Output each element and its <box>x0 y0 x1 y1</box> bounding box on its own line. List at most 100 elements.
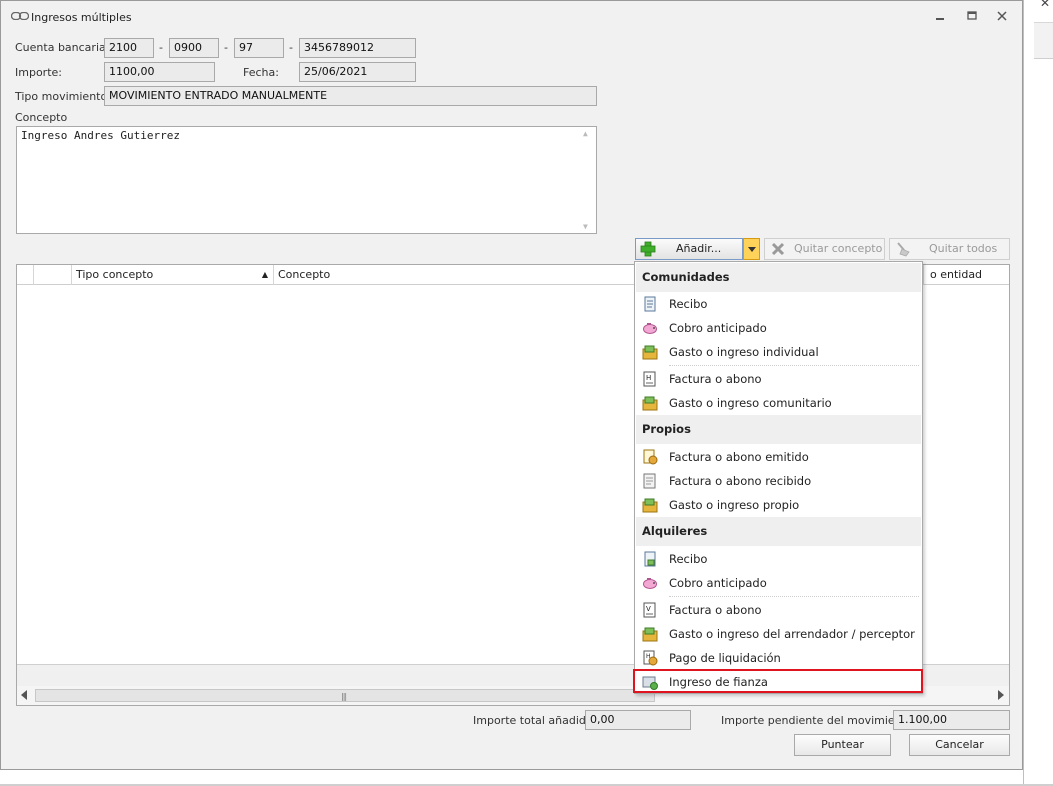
restore-icon <box>967 11 977 20</box>
concepto-label: Concepto <box>15 111 68 124</box>
invoice-icon: V <box>643 602 656 618</box>
column-header-label: o entidad <box>930 268 983 281</box>
importe-total-label: Importe total añadido: <box>473 714 597 727</box>
menu-section-propios: Propios <box>636 415 921 444</box>
remove-concept-button[interactable]: Quitar concepto <box>764 238 885 260</box>
menu-item-pago-liquidacion[interactable]: H Pago de liquidación <box>636 646 921 670</box>
menu-item-cobro-anticipado-alquiler[interactable]: Cobro anticipado <box>636 571 921 595</box>
minimize-button[interactable] <box>933 9 947 23</box>
menu-item-factura-emitido[interactable]: Factura o abono emitido <box>636 445 921 469</box>
receipt-icon <box>644 551 656 567</box>
menu-item-cobro-anticipado[interactable]: Cobro anticipado <box>636 316 921 340</box>
scroll-right-icon[interactable] <box>998 690 1004 700</box>
menu-section-comunidades: Comunidades <box>636 263 921 292</box>
tipo-movimiento-field[interactable]: MOVIMIENTO ENTRADO MANUALMENTE <box>104 86 597 106</box>
tipo-movimiento-label: Tipo movimiento: <box>15 90 111 103</box>
scroll-left-icon[interactable] <box>21 690 27 700</box>
importe-label: Importe: <box>15 66 62 79</box>
grid-indicator-column <box>17 265 34 285</box>
invoice-sent-icon <box>643 449 658 465</box>
menu-item-label: Gasto o ingreso individual <box>669 345 819 359</box>
column-header-tipo-concepto[interactable]: Tipo concepto ▲ <box>72 265 274 285</box>
column-header-concepto[interactable]: Concepto <box>274 265 674 285</box>
menu-item-label: Recibo <box>669 297 708 311</box>
menu-item-label: Cobro anticipado <box>669 321 767 335</box>
fecha-field[interactable]: 25/06/2021 <box>299 62 416 82</box>
column-header-entidad[interactable]: o entidad <box>923 265 1011 285</box>
menu-item-recibo-alquiler[interactable]: Recibo <box>636 547 921 571</box>
importe-total-field: 0,00 <box>585 710 691 730</box>
menu-item-label: Factura o abono <box>669 603 762 617</box>
cuenta-dc-field[interactable]: 97 <box>234 38 284 58</box>
separator-dash: - <box>159 41 163 54</box>
link-icon <box>11 12 29 20</box>
menu-item-label: Factura o abono emitido <box>669 450 809 464</box>
highlight-box <box>633 669 923 693</box>
background-window: ✕ <box>1023 0 1053 786</box>
menu-section-alquileres: Alquileres <box>636 517 921 546</box>
menu-item-label: Gasto o ingreso propio <box>669 498 800 512</box>
importe-field[interactable]: 1100,00 <box>104 62 215 82</box>
sort-ascending-icon: ▲ <box>261 270 268 279</box>
scroll-down-icon[interactable]: ▼ <box>583 222 588 231</box>
invoice-icon: H <box>643 371 656 387</box>
menu-item-label: Factura o abono <box>669 372 762 386</box>
grip-icon: ||| <box>341 692 347 701</box>
menu-item-label: Recibo <box>669 552 708 566</box>
menu-item-factura-recibido[interactable]: Factura o abono recibido <box>636 469 921 493</box>
separator-dash: - <box>289 41 293 54</box>
money-folder-icon <box>642 345 658 360</box>
settlement-icon: H <box>643 650 658 666</box>
menu-item-label: Gasto o ingreso comunitario <box>669 396 832 410</box>
menu-item-label: Gasto o ingreso del arrendador / percept… <box>669 627 915 641</box>
puntear-button[interactable]: Puntear <box>794 734 891 756</box>
money-folder-icon <box>642 396 658 411</box>
menu-item-gasto-ingreso-propio[interactable]: Gasto o ingreso propio <box>636 493 921 517</box>
menu-item-factura-abono[interactable]: H Factura o abono <box>636 367 921 391</box>
grid-check-column[interactable] <box>34 265 72 285</box>
concepto-scrollbar[interactable]: ▲ ▼ <box>580 127 596 233</box>
column-header-label: Concepto <box>278 268 331 281</box>
close-button[interactable] <box>995 9 1009 23</box>
cuenta-bancaria-label: Cuenta bancaria: <box>15 41 110 54</box>
remove-all-label: Quitar todos <box>929 242 998 255</box>
importe-pendiente-field: 1.100,00 <box>893 710 1010 730</box>
cancelar-button[interactable]: Cancelar <box>909 734 1010 756</box>
separator-dash: - <box>224 41 228 54</box>
add-button[interactable]: Añadir... <box>635 238 743 260</box>
add-dropdown-arrow[interactable] <box>743 238 760 260</box>
piggy-bank-icon <box>643 578 657 589</box>
menu-separator <box>669 596 919 597</box>
menu-item-gasto-ingreso-comunitario[interactable]: Gasto o ingreso comunitario <box>636 391 921 415</box>
svg-text:V: V <box>646 605 651 613</box>
window-title: Ingresos múltiples <box>31 11 132 24</box>
menu-item-label: Factura o abono recibido <box>669 474 812 488</box>
importe-pendiente-label: Importe pendiente del movimiento: <box>721 714 917 727</box>
scrollbar-thumb[interactable]: ||| <box>35 689 655 702</box>
menu-item-gasto-ingreso-arrendador[interactable]: Gasto o ingreso del arrendador / percept… <box>636 622 921 646</box>
scroll-up-icon[interactable]: ▲ <box>583 129 588 138</box>
money-folder-icon <box>642 627 658 642</box>
menu-item-gasto-ingreso-individual[interactable]: Gasto o ingreso individual <box>636 340 921 364</box>
minimize-icon <box>936 18 944 20</box>
plus-icon <box>640 241 656 257</box>
cuenta-numero-field[interactable]: 3456789012 <box>299 38 416 58</box>
concepto-textarea[interactable]: Ingreso Andres Gutierrez ▲ ▼ <box>16 126 597 234</box>
remove-concept-label: Quitar concepto <box>794 242 883 255</box>
close-icon <box>997 11 1007 21</box>
cuenta-entidad-field[interactable]: 2100 <box>104 38 154 58</box>
menu-separator <box>669 365 919 366</box>
add-concept-menu: Comunidades Recibo Cobro anticipado Gast… <box>634 261 923 694</box>
menu-item-label: Pago de liquidación <box>669 651 781 665</box>
title-bar: Ingresos múltiples <box>1 1 1022 31</box>
menu-item-factura-abono-alquiler[interactable]: V Factura o abono <box>636 598 921 622</box>
cuenta-oficina-field[interactable]: 0900 <box>169 38 219 58</box>
broom-icon <box>897 242 910 257</box>
menu-item-recibo[interactable]: Recibo <box>636 292 921 316</box>
restore-button[interactable] <box>965 9 979 23</box>
svg-text:H: H <box>646 374 651 382</box>
remove-all-button[interactable]: Quitar todos <box>889 238 1010 260</box>
close-icon[interactable]: ✕ <box>1040 0 1050 10</box>
background-panel <box>1034 22 1053 58</box>
add-button-label: Añadir... <box>676 242 722 255</box>
